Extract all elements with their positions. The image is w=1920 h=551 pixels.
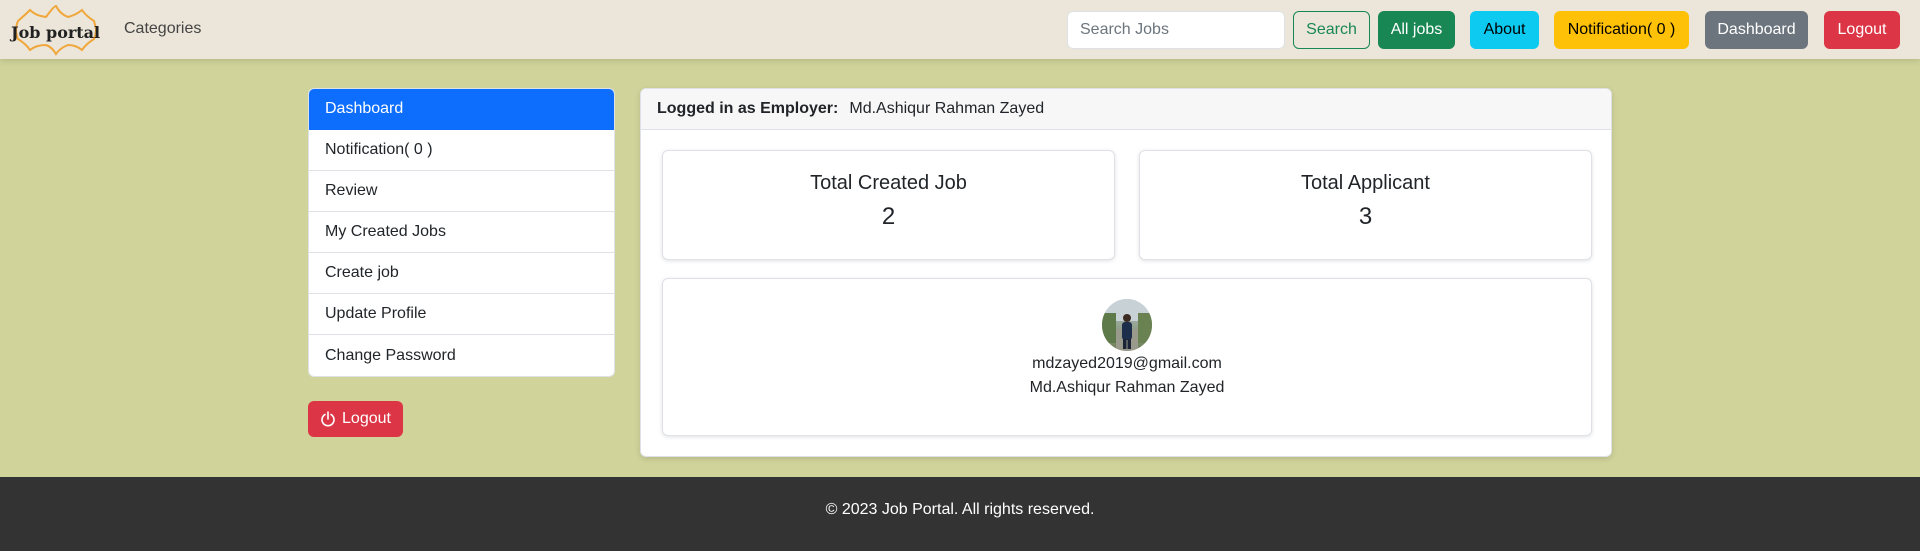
profile-email: mdzayed2019@gmail.com (1032, 355, 1222, 372)
search-input[interactable] (1067, 11, 1285, 49)
stat-value: 3 (1358, 203, 1373, 230)
logged-in-name: Md.Ashiqur Rahman Zayed (849, 100, 1045, 117)
logged-in-label: Logged in as Employer: (657, 100, 839, 117)
sidebar-item-notification[interactable]: Notification( 0 ) (309, 130, 614, 171)
notification-button[interactable]: Notification( 0 ) (1554, 11, 1689, 49)
sidebar-item-create-job[interactable]: Create job (309, 253, 614, 294)
sidebar-item-update-profile[interactable]: Update Profile (309, 294, 614, 335)
person-photo-icon (1102, 299, 1152, 351)
search-button[interactable]: Search (1293, 11, 1370, 49)
stat-title: Total Created Job (810, 172, 967, 194)
sidebar-item-review[interactable]: Review (309, 171, 614, 212)
stat-total-created-job: Total Created Job 2 (662, 150, 1115, 260)
profile-name: Md.Ashiqur Rahman Zayed (1029, 379, 1225, 396)
power-icon (321, 411, 335, 427)
avatar (1102, 299, 1152, 351)
stat-total-applicant: Total Applicant 3 (1139, 150, 1592, 260)
sidebar-item-change-password[interactable]: Change Password (309, 335, 614, 376)
sidebar-logout-button[interactable]: Logout (308, 401, 403, 437)
sidebar-item-dashboard[interactable]: Dashboard (309, 89, 614, 130)
sidebar-logout-label: Logout (342, 410, 391, 427)
card-header: Logged in as Employer: Md.Ashiqur Rahman… (641, 89, 1611, 130)
footer-copyright: © 2023 Job Portal. All rights reserved. (825, 501, 1095, 518)
stat-title: Total Applicant (1301, 172, 1430, 194)
dashboard-button[interactable]: Dashboard (1705, 11, 1808, 49)
brand-logo[interactable]: Job portal (8, 4, 104, 56)
navbar: Job portal Categories Search All jobs Ab… (0, 0, 1920, 59)
nav-categories-link[interactable]: Categories (124, 20, 201, 38)
dashboard-card: Logged in as Employer: Md.Ashiqur Rahman… (640, 88, 1612, 457)
all-jobs-button[interactable]: All jobs (1378, 11, 1455, 49)
brand-text: Job portal (11, 23, 101, 42)
sidebar-menu: Dashboard Notification( 0 ) Review My Cr… (308, 88, 615, 377)
about-button[interactable]: About (1470, 11, 1539, 49)
stat-value: 2 (881, 203, 896, 230)
sidebar-item-my-created-jobs[interactable]: My Created Jobs (309, 212, 614, 253)
navbar-logout-button[interactable]: Logout (1824, 11, 1900, 49)
profile-box: mdzayed2019@gmail.com Md.Ashiqur Rahman … (662, 278, 1592, 436)
footer: © 2023 Job Portal. All rights reserved. (0, 477, 1920, 551)
